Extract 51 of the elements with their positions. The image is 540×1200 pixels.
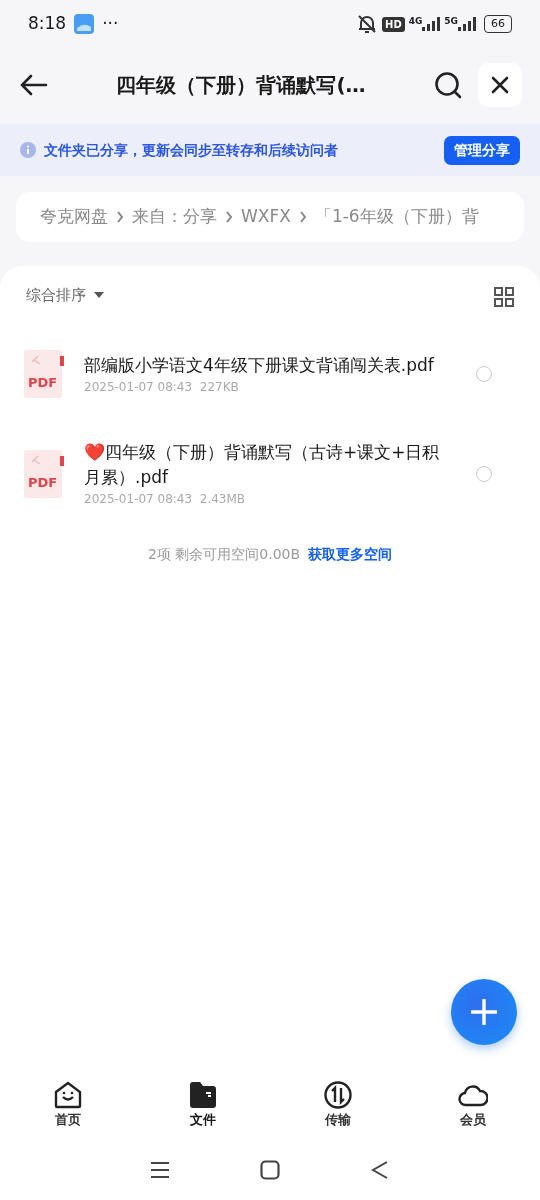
file-meta: 2025-01-07 08:43 2.43MB xyxy=(84,491,247,508)
smiling-house-icon xyxy=(52,1080,83,1111)
file-row[interactable]: PDF ❤四年级（下册）背诵默写（古诗+课文+日积月累）.pdf 2025-01-07 08:43 2.43MB xyxy=(0,424,540,524)
network-type: 5G xyxy=(444,17,458,26)
page-title: 四年级（下册）背诵默写(… xyxy=(115,72,367,99)
menu-icon[interactable] xyxy=(150,1161,170,1179)
grid-icon xyxy=(494,286,514,307)
back-button[interactable] xyxy=(18,72,48,98)
signal-icon xyxy=(458,17,476,31)
pdf-file-icon: PDF xyxy=(24,350,64,398)
info-icon xyxy=(20,142,36,158)
hd-label: HD xyxy=(382,16,405,32)
up-down-arrows-icon xyxy=(322,1080,353,1111)
file-meta: 2025-01-07 08:43 227KB xyxy=(84,378,240,396)
muted-bell-icon xyxy=(356,14,378,34)
breadcrumb-item[interactable]: 「1-6年级（下册）背 xyxy=(314,204,479,230)
search-icon xyxy=(434,71,462,99)
get-more-space-link[interactable]: 获取更多空间 xyxy=(308,544,393,565)
clock-time: 8:18 xyxy=(28,12,67,36)
app-notification-icon xyxy=(74,14,95,34)
manage-share-button[interactable]: 管理分享 xyxy=(444,135,520,165)
file-name: ❤四年级（下册）背诵默写（古诗+课文+日积月累）.pdf xyxy=(84,441,441,489)
caret-down-icon xyxy=(94,292,104,299)
sort-dropdown[interactable]: 综合排序 xyxy=(26,284,104,307)
notification-more: ··· xyxy=(102,12,119,36)
home-square-icon[interactable] xyxy=(260,1160,280,1180)
chevron-right-icon xyxy=(116,211,124,223)
folder-icon xyxy=(187,1080,218,1111)
grid-view-button[interactable] xyxy=(494,284,514,308)
file-row[interactable]: PDF 部编版小学语文4年级下册课文背诵闯关表.pdf 2025-01-07 08:43 227KB xyxy=(0,324,540,424)
tab-bar-item[interactable]: 首页 xyxy=(27,1080,108,1130)
chevron-right-icon xyxy=(225,211,233,223)
close-button[interactable] xyxy=(478,63,522,107)
tab-bar-item[interactable]: 传输 xyxy=(297,1080,378,1130)
pdf-file-icon: PDF xyxy=(24,450,64,498)
breadcrumb-item[interactable]: WXFX xyxy=(241,204,291,230)
signal-icon xyxy=(422,17,441,31)
search-button[interactable] xyxy=(434,71,462,99)
back-arrow-icon xyxy=(18,73,48,98)
share-notice-text: 文件夹已分享，更新会同步至转存和后续访问者 xyxy=(44,140,338,160)
storage-summary: 2项 剩余可用空间0.00B xyxy=(147,545,301,564)
tab-bar-item[interactable]: 文件 xyxy=(162,1080,243,1130)
chevron-right-icon xyxy=(298,211,307,223)
file-name: 部编版小学语文4年级下册课文背诵闯关表.pdf xyxy=(84,353,435,377)
battery-level: 66 xyxy=(484,14,512,34)
plus-icon xyxy=(471,999,497,1025)
breadcrumb-item[interactable]: 夸克网盘 xyxy=(40,204,108,230)
tab-bar-item[interactable]: 会员 xyxy=(432,1080,513,1130)
close-icon xyxy=(491,76,509,94)
breadcrumb-item[interactable]: 来自：分享 xyxy=(132,204,217,230)
network-type: 4G xyxy=(408,17,423,26)
